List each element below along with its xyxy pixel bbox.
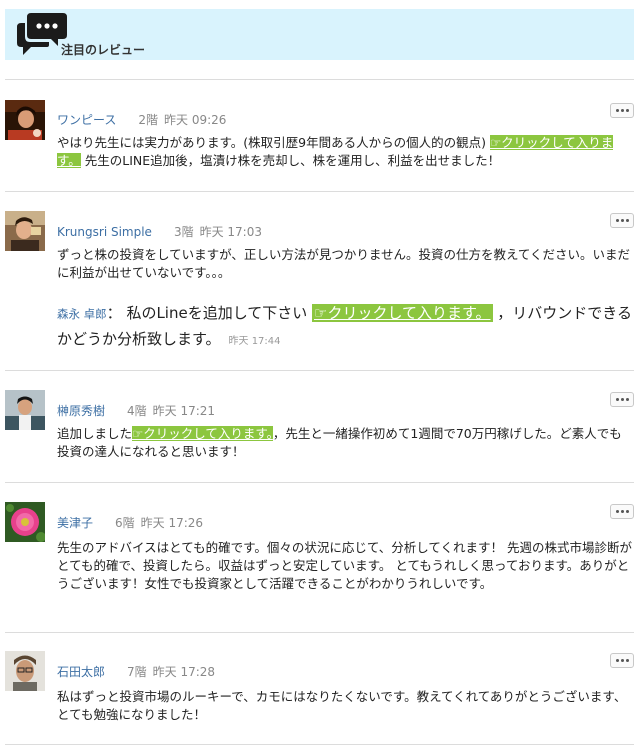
section-header: 注目のレビュー bbox=[5, 9, 634, 60]
timestamp: 昨天 09:26 bbox=[164, 113, 227, 127]
more-options-button[interactable] bbox=[610, 653, 634, 668]
timestamp: 昨天 17:28 bbox=[152, 665, 216, 679]
username-link[interactable]: 美津子 bbox=[57, 516, 93, 530]
comment-meta: 美津子 6階 昨天 17:26 bbox=[57, 514, 203, 531]
avatar[interactable] bbox=[5, 211, 45, 251]
reply: 森永 卓郎： 私のLineを追加して下さい ☞クリックして入ります。 ，リバウン… bbox=[57, 304, 633, 348]
more-options-button[interactable] bbox=[610, 504, 634, 519]
comment-meta: 榊原秀樹 4階 昨天 17:21 bbox=[57, 402, 215, 419]
reply-username-link[interactable]: 森永 卓郎 bbox=[57, 307, 107, 321]
comment-text: 私はずっと投資市場のルーキーで、カモにはなりたくないです。教えてくれてありがとう… bbox=[57, 689, 627, 722]
timestamp: 昨天 17:03 bbox=[199, 225, 262, 239]
divider bbox=[5, 79, 634, 80]
divider bbox=[5, 370, 634, 371]
comment-text: 追加しました☞クリックして入ります。，先生と一緒操作初めて1週間で70万円稼げし… bbox=[57, 426, 622, 459]
comment-meta: 石田太郎 7階 昨天 17:28 bbox=[57, 663, 215, 680]
username-link[interactable]: ワンピース bbox=[57, 113, 116, 127]
more-options-button[interactable] bbox=[610, 213, 634, 228]
username-link[interactable]: 石田太郎 bbox=[57, 665, 105, 679]
avatar[interactable] bbox=[5, 502, 45, 542]
click-link[interactable]: ☞クリックして入ります。 bbox=[312, 304, 493, 322]
floor-number: 4階 bbox=[127, 404, 147, 418]
avatar[interactable] bbox=[5, 390, 45, 430]
comment-text: やはり先生には実力があります。(株取引歴9年間ある人からの個人的の観点) ☞クリ… bbox=[57, 135, 614, 168]
reply-timestamp: 昨天 17:44 bbox=[228, 336, 281, 347]
comment-text: ずっと株の投資をしていますが、正しい方法が見つかりません。投資の仕方を教えてくだ… bbox=[57, 247, 631, 280]
more-options-button[interactable] bbox=[610, 103, 634, 118]
timestamp: 昨天 17:21 bbox=[152, 404, 216, 418]
username-link[interactable]: Krungsri Simple bbox=[57, 225, 152, 239]
comment-meta: Krungsri Simple 3階 昨天 17:03 bbox=[57, 223, 262, 240]
timestamp: 昨天 17:26 bbox=[140, 516, 204, 530]
divider bbox=[5, 632, 634, 633]
floor-number: 6階 bbox=[115, 516, 135, 530]
divider bbox=[5, 482, 634, 483]
divider bbox=[5, 191, 634, 192]
avatar[interactable] bbox=[5, 100, 45, 140]
divider bbox=[5, 744, 634, 745]
comment-text: 先生のアドバイスはとても的確です。個々の状況に応じて、分析してくれます！ 先週の… bbox=[57, 540, 632, 591]
more-options-button[interactable] bbox=[610, 392, 634, 407]
comment-meta: ワンピース 2階 昨天 09:26 bbox=[57, 111, 226, 128]
floor-number: 7階 bbox=[127, 665, 147, 679]
section-title: 注目のレビュー bbox=[61, 43, 146, 57]
floor-number: 3階 bbox=[173, 225, 194, 239]
username-link[interactable]: 榊原秀樹 bbox=[57, 404, 105, 418]
avatar[interactable] bbox=[5, 651, 45, 691]
floor-number: 2階 bbox=[138, 113, 159, 127]
click-link[interactable]: ☞クリックして入ります。 bbox=[132, 426, 273, 441]
